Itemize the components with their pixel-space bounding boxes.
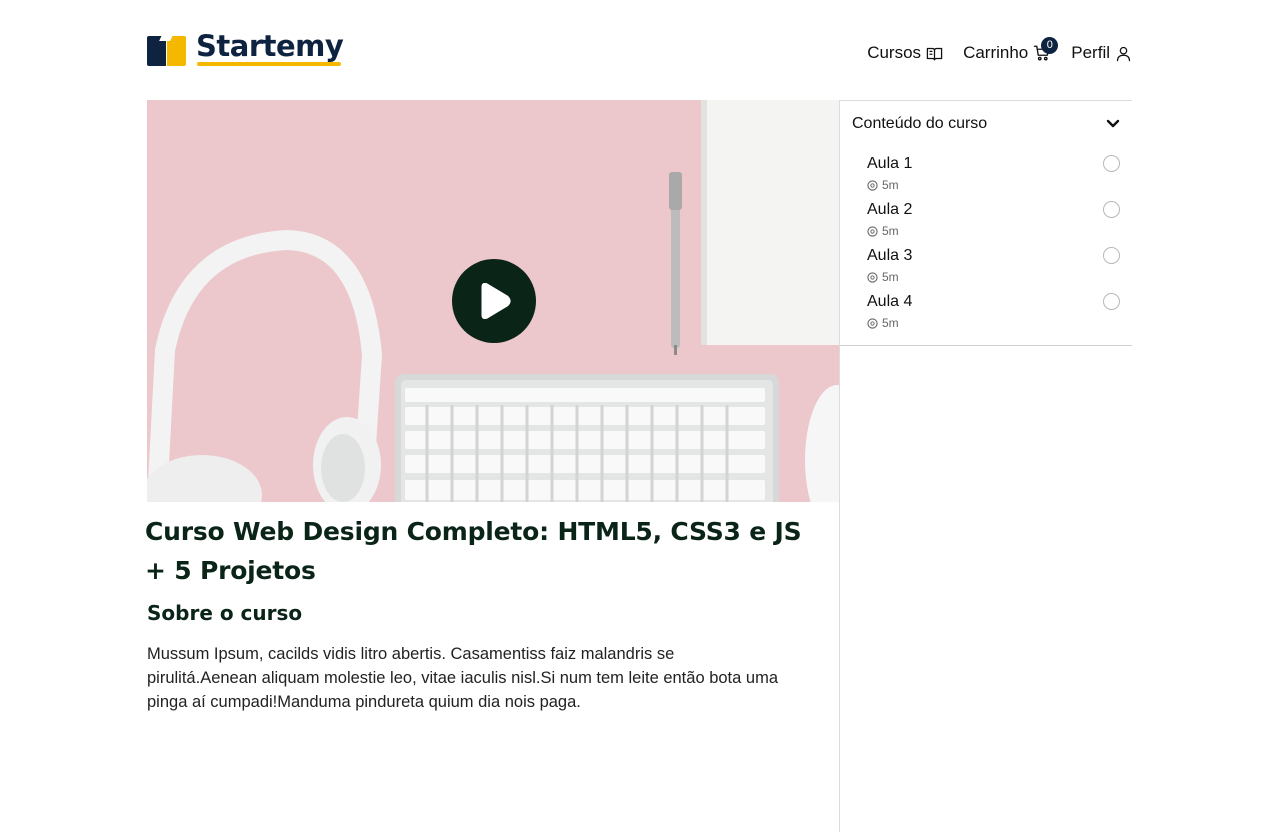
course-content-panel: Conteúdo do curso Aula 1 5m Aula 2 5m Au… xyxy=(840,101,1132,346)
play-circle-icon xyxy=(867,179,878,191)
lesson-item-2[interactable]: Aula 2 5m xyxy=(867,201,1120,241)
lesson-complete-checkbox[interactable] xyxy=(1103,293,1120,310)
play-button[interactable] xyxy=(452,259,536,343)
lesson-complete-checkbox[interactable] xyxy=(1103,247,1120,264)
cart-count-badge: 0 xyxy=(1041,37,1059,54)
chevron-down-icon xyxy=(1106,119,1120,128)
lesson-title: Aula 1 xyxy=(867,155,913,172)
nav-cart-label: Carrinho xyxy=(963,43,1029,62)
course-video-player[interactable] xyxy=(147,100,839,502)
lesson-title: Aula 3 xyxy=(867,247,913,264)
startemy-logo[interactable]: Startemy xyxy=(147,31,344,69)
play-circle-icon xyxy=(867,271,878,283)
lesson-duration: 5m xyxy=(867,178,899,192)
course-content-heading: Conteúdo do curso xyxy=(852,115,988,132)
book-open-icon xyxy=(926,47,943,61)
logo-text: Startemy xyxy=(196,31,344,66)
user-icon xyxy=(1116,46,1131,61)
lesson-duration: 5m xyxy=(867,224,899,238)
nav-cart[interactable]: Carrinho 0 xyxy=(963,37,1059,63)
lesson-item-1[interactable]: Aula 1 5m xyxy=(867,155,1120,195)
play-icon xyxy=(481,283,511,319)
nav-profile[interactable]: Perfil xyxy=(1071,43,1132,63)
lesson-duration: 5m xyxy=(867,270,899,284)
nav-courses[interactable]: Cursos xyxy=(867,43,943,63)
site-header: Startemy Cursos Carrinho 0 Perfil xyxy=(147,28,1132,72)
lesson-duration: 5m xyxy=(867,316,899,330)
main-nav: Cursos Carrinho 0 Perfil xyxy=(867,37,1132,68)
lesson-complete-checkbox[interactable] xyxy=(1103,155,1120,172)
course-title: Curso Web Design Completo: HTML5, CSS3 e… xyxy=(145,517,802,585)
lesson-title: Aula 2 xyxy=(867,201,913,218)
lesson-item-3[interactable]: Aula 3 5m xyxy=(867,247,1120,287)
about-description: Mussum Ipsum, cacilds vidis litro aberti… xyxy=(147,645,779,711)
play-circle-icon xyxy=(867,317,878,329)
nav-profile-label: Perfil xyxy=(1071,43,1110,62)
nav-courses-label: Cursos xyxy=(867,43,922,62)
course-content-toggle[interactable]: Conteúdo do curso xyxy=(852,113,1120,135)
lesson-item-4[interactable]: Aula 4 5m xyxy=(867,293,1120,333)
book-logo-icon xyxy=(147,33,186,67)
lesson-complete-checkbox[interactable] xyxy=(1103,201,1120,218)
lesson-title: Aula 4 xyxy=(867,293,913,310)
about-heading: Sobre o curso xyxy=(147,601,303,625)
play-circle-icon xyxy=(867,225,878,237)
